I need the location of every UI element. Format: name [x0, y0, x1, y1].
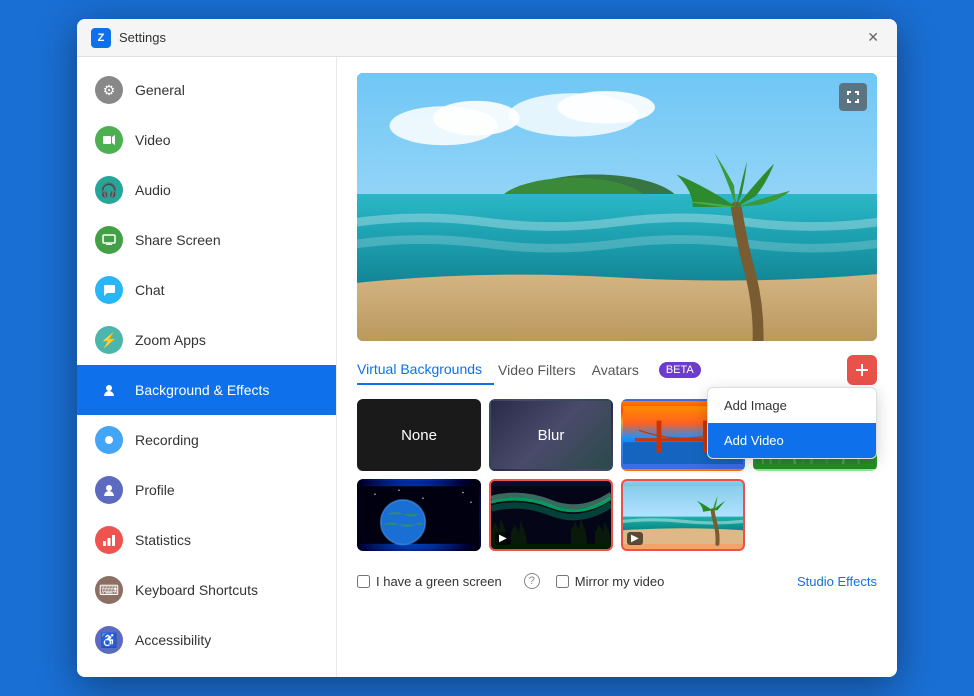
- tab-virtual-backgrounds[interactable]: Virtual Backgrounds: [357, 355, 494, 385]
- earth-svg: [359, 481, 479, 549]
- sidebar-item-background[interactable]: Background & Effects: [77, 365, 336, 415]
- bg-none[interactable]: None: [357, 399, 481, 471]
- add-background-button[interactable]: [847, 355, 877, 385]
- video-preview: [357, 73, 877, 341]
- sidebar-item-statistics[interactable]: Statistics: [77, 515, 336, 565]
- sidebar: ⚙ General Video 🎧 Audio Share Screen: [77, 57, 337, 677]
- audio-icon: 🎧: [95, 176, 123, 204]
- add-dropdown-menu: Add Image Add Video: [707, 387, 877, 459]
- background-icon: [95, 376, 123, 404]
- statistics-icon: [95, 526, 123, 554]
- tab-video-filters[interactable]: Video Filters: [498, 356, 588, 384]
- accessibility-icon: ♿: [95, 626, 123, 654]
- settings-window: Z Settings ✕ ⚙ General Video 🎧 Audio: [77, 19, 897, 677]
- zoomapps-icon: ⚡: [95, 326, 123, 354]
- video-badge-aurora: ▶: [495, 532, 511, 545]
- mirror-video-label[interactable]: Mirror my video: [556, 574, 665, 589]
- content-area: ⚙ General Video 🎧 Audio Share Screen: [77, 57, 897, 677]
- sidebar-item-chat[interactable]: Chat: [77, 265, 336, 315]
- bg-blur-label: Blur: [538, 427, 565, 444]
- sidebar-label-keyboard: Keyboard Shortcuts: [135, 582, 258, 598]
- studio-effects-link[interactable]: Studio Effects: [797, 574, 877, 589]
- recording-icon: [95, 426, 123, 454]
- bg-beach2[interactable]: ▶: [621, 479, 745, 551]
- sidebar-label-video: Video: [135, 132, 171, 148]
- add-button-wrapper: Add Image Add Video: [847, 355, 877, 385]
- video-icon: [95, 126, 123, 154]
- tab-avatars[interactable]: Avatars: [592, 356, 651, 384]
- add-image-option[interactable]: Add Image: [708, 388, 876, 423]
- mirror-video-checkbox[interactable]: [556, 575, 569, 588]
- add-video-option[interactable]: Add Video: [708, 423, 876, 458]
- sidebar-item-zoomapps[interactable]: ⚡ Zoom Apps: [77, 315, 336, 365]
- help-icon[interactable]: ?: [524, 573, 540, 589]
- preview-image: [357, 73, 877, 341]
- green-screen-label[interactable]: I have a green screen: [357, 574, 502, 589]
- bg-blur[interactable]: Blur: [489, 399, 613, 471]
- sidebar-item-recording[interactable]: Recording: [77, 415, 336, 465]
- keyboard-icon: ⌨: [95, 576, 123, 604]
- bg-none-label: None: [401, 427, 437, 444]
- tabs-row: Virtual Backgrounds Video Filters Avatar…: [357, 355, 877, 385]
- sidebar-label-statistics: Statistics: [135, 532, 191, 548]
- close-button[interactable]: ✕: [863, 27, 883, 48]
- sidebar-label-audio: Audio: [135, 182, 171, 198]
- beta-badge: BETA: [659, 362, 701, 378]
- profile-icon: [95, 476, 123, 504]
- sharescreen-icon: [95, 226, 123, 254]
- window-title: Settings: [119, 30, 863, 45]
- sidebar-item-audio[interactable]: 🎧 Audio: [77, 165, 336, 215]
- title-bar: Z Settings ✕: [77, 19, 897, 57]
- sidebar-label-background: Background & Effects: [135, 382, 269, 398]
- app-logo: Z: [91, 28, 111, 48]
- sidebar-label-chat: Chat: [135, 282, 165, 298]
- sidebar-label-profile: Profile: [135, 482, 175, 498]
- sidebar-label-accessibility: Accessibility: [135, 632, 211, 648]
- footer-row: I have a green screen ? Mirror my video …: [357, 565, 877, 597]
- sidebar-item-keyboard[interactable]: ⌨ Keyboard Shortcuts: [77, 565, 336, 615]
- bg-earth[interactable]: [357, 479, 481, 551]
- general-icon: ⚙: [95, 76, 123, 104]
- sidebar-label-recording: Recording: [135, 432, 199, 448]
- sidebar-item-general[interactable]: ⚙ General: [77, 65, 336, 115]
- sidebar-label-zoomapps: Zoom Apps: [135, 332, 206, 348]
- sidebar-item-sharescreen[interactable]: Share Screen: [77, 215, 336, 265]
- sidebar-item-profile[interactable]: Profile: [77, 465, 336, 515]
- video-badge-beach2: ▶: [627, 532, 643, 545]
- main-panel: Virtual Backgrounds Video Filters Avatar…: [337, 57, 897, 677]
- sidebar-label-sharescreen: Share Screen: [135, 232, 221, 248]
- sidebar-label-general: General: [135, 82, 185, 98]
- green-screen-checkbox[interactable]: [357, 575, 370, 588]
- sidebar-item-video[interactable]: Video: [77, 115, 336, 165]
- sidebar-item-accessibility[interactable]: ♿ Accessibility: [77, 615, 336, 665]
- expand-preview-button[interactable]: [839, 83, 867, 111]
- bg-aurora[interactable]: ▶: [489, 479, 613, 551]
- chat-icon: [95, 276, 123, 304]
